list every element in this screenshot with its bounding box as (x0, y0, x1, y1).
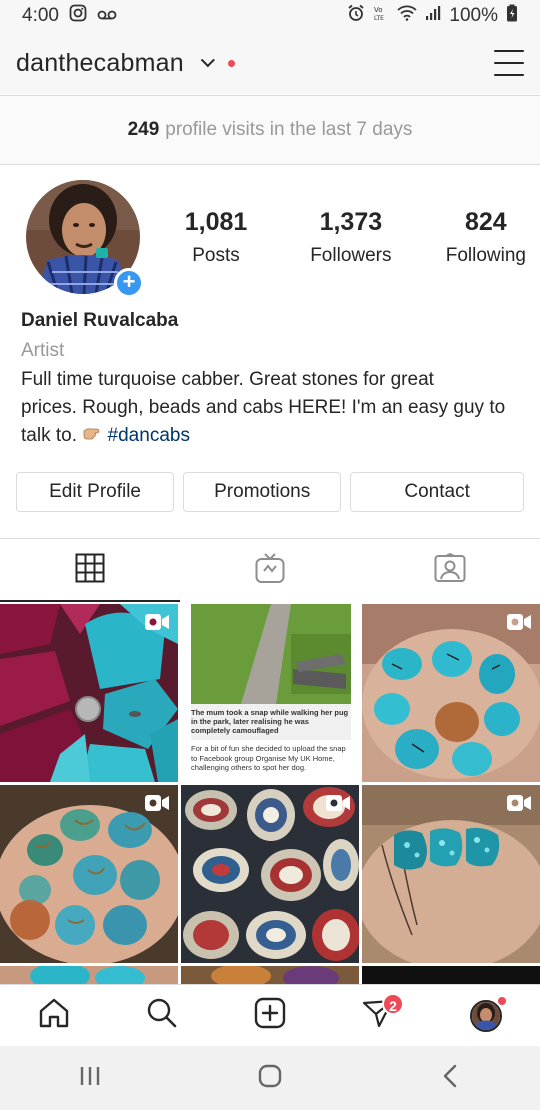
post-thumbnail[interactable] (362, 966, 540, 984)
svg-text:LTE: LTE (374, 15, 384, 22)
battery-percent: 100% (449, 5, 498, 26)
voicemail-icon (97, 5, 117, 27)
bio-line: Full time turquoise cabber. Great stones… (21, 369, 434, 390)
direct-badge: 2 (382, 992, 404, 1015)
instagram-icon (69, 4, 87, 28)
recent-apps-icon (78, 1065, 102, 1092)
visits-text: profile visits in the last 7 days (165, 119, 413, 140)
search-icon (146, 997, 178, 1034)
video-badge-icon (144, 612, 170, 632)
volte-icon: Vo LTE (373, 4, 389, 28)
news-body: For a bit of fun she decided to upload t… (191, 744, 346, 772)
tab-tagged[interactable] (360, 539, 540, 602)
nav-new-post[interactable] (240, 991, 300, 1041)
post-thumbnail[interactable] (181, 785, 359, 963)
bio-line: talk to. (21, 425, 77, 446)
wifi-icon (397, 5, 418, 27)
followers-count: 1,373 (319, 208, 383, 236)
news-headline: The mum took a snap while walking her pu… (191, 708, 349, 735)
add-story-button[interactable]: + (114, 268, 144, 298)
tab-igtv[interactable] (180, 539, 360, 602)
battery-icon (506, 4, 518, 28)
account-switcher[interactable]: danthecabman (16, 49, 235, 78)
video-badge-icon (506, 793, 532, 813)
status-bar: 4:00 Vo LTE 100% (0, 0, 540, 32)
bio-text: Full time turquoise cabber. Great stones… (21, 366, 526, 450)
stat-following[interactable]: 824 Following (446, 208, 526, 267)
nav-direct[interactable]: 2 (348, 991, 408, 1041)
profile-visits-banner[interactable]: 249 profile visits in the last 7 days (0, 95, 540, 165)
profile-notification-dot (498, 996, 506, 1005)
hashtag-link[interactable]: #dancabs (108, 425, 190, 446)
tab-grid[interactable] (0, 539, 180, 602)
profile-stats: 1,081 Posts 1,373 Followers 824 Followin… (176, 208, 526, 267)
android-nav-bar (0, 1046, 540, 1110)
post-thumbnail[interactable] (0, 785, 178, 963)
nav-home[interactable] (24, 991, 84, 1041)
notification-dot (227, 59, 235, 67)
home-button[interactable] (240, 1053, 300, 1103)
back-icon (442, 1064, 458, 1093)
post-thumbnail[interactable]: The mum took a snap while walking her pu… (181, 604, 359, 782)
profile-category: Artist (21, 340, 65, 361)
status-time: 4:00 (22, 5, 59, 26)
post-thumbnail[interactable] (181, 966, 359, 984)
back-button[interactable] (420, 1053, 480, 1103)
post-thumbnail[interactable] (362, 785, 540, 963)
following-label: Following (445, 245, 526, 266)
profile-bio: Daniel Ruvalcaba Artist Full time turquo… (21, 310, 526, 450)
pointing-hand-emoji-icon (82, 422, 102, 440)
post-thumbnail[interactable] (0, 604, 178, 782)
nav-search[interactable] (132, 991, 192, 1041)
video-badge-icon (506, 612, 532, 632)
tagged-icon (434, 552, 466, 588)
top-nav: danthecabman (0, 32, 540, 94)
username: danthecabman (16, 48, 184, 77)
stat-posts[interactable]: 1,081 Posts (176, 208, 256, 267)
photo-grid: The mum took a snap while walking her pu… (0, 604, 540, 984)
nav-profile[interactable] (456, 991, 516, 1041)
svg-text:Vo: Vo (374, 6, 383, 14)
profile-tabs (0, 538, 540, 602)
signal-icon (425, 5, 441, 27)
chevron-down-icon (200, 53, 215, 68)
video-badge-icon (144, 793, 170, 813)
home-icon (38, 997, 70, 1034)
grid-icon (75, 553, 105, 588)
igtv-icon (255, 552, 285, 589)
bottom-nav: 2 (0, 984, 540, 1046)
post-thumbnail[interactable] (0, 966, 178, 984)
followers-label: Followers (310, 245, 392, 266)
visits-count: 249 (127, 119, 160, 140)
edit-profile-button[interactable]: Edit Profile (16, 472, 175, 512)
stat-followers[interactable]: 1,373 Followers (310, 208, 391, 267)
new-post-icon (254, 997, 286, 1034)
video-badge-icon (325, 793, 351, 813)
recent-apps-button[interactable] (60, 1053, 120, 1103)
post-thumbnail[interactable] (362, 604, 540, 782)
following-count: 824 (464, 208, 507, 236)
profile-avatar[interactable]: + (26, 180, 144, 298)
hamburger-icon[interactable] (494, 50, 524, 76)
alarm-icon (347, 4, 365, 28)
promotions-button[interactable]: Promotions (183, 472, 342, 512)
profile-actions: Edit Profile Promotions Contact (16, 472, 524, 512)
posts-count: 1,081 (184, 208, 248, 236)
posts-label: Posts (192, 245, 240, 266)
contact-button[interactable]: Contact (350, 472, 524, 512)
profile-avatar-small (470, 999, 502, 1032)
bio-line: prices. Rough, beads and cabs HERE! I'm … (21, 397, 506, 418)
display-name: Daniel Ruvalcaba (21, 310, 179, 331)
android-home-icon (258, 1064, 282, 1093)
